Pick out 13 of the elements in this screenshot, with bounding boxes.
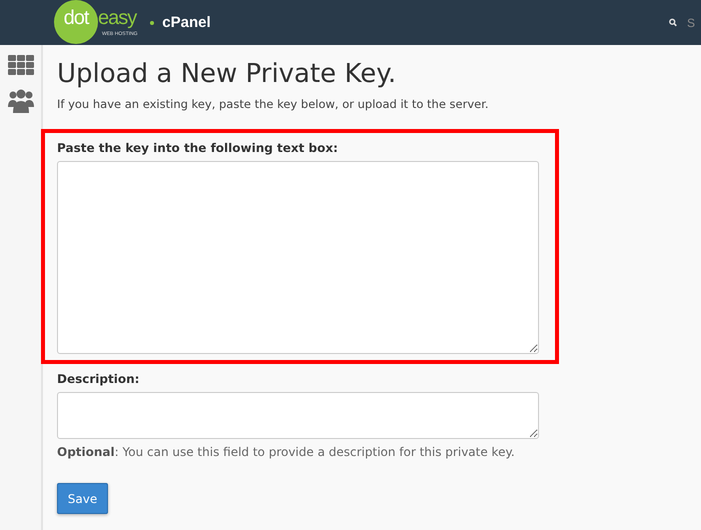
product-name: cPanel xyxy=(162,14,211,31)
key-label: Paste the key into the following text box: xyxy=(57,141,339,155)
description-field[interactable] xyxy=(57,392,539,439)
search-icon[interactable] xyxy=(669,17,677,28)
users-icon[interactable] xyxy=(8,89,34,113)
description-label: Description: xyxy=(57,372,140,386)
help-text: Optional: You can use this field to provide a description for this private key. xyxy=(57,445,516,459)
search-field[interactable]: S xyxy=(687,16,701,30)
save-button[interactable]: Save xyxy=(57,483,108,514)
grid-icon[interactable] xyxy=(8,55,34,75)
separator-dot xyxy=(150,20,154,24)
intro-text: If you have an existing key, paste the key below, or upload it to the server. xyxy=(57,97,490,111)
page-title: Upload a New Private Key. xyxy=(57,59,398,89)
